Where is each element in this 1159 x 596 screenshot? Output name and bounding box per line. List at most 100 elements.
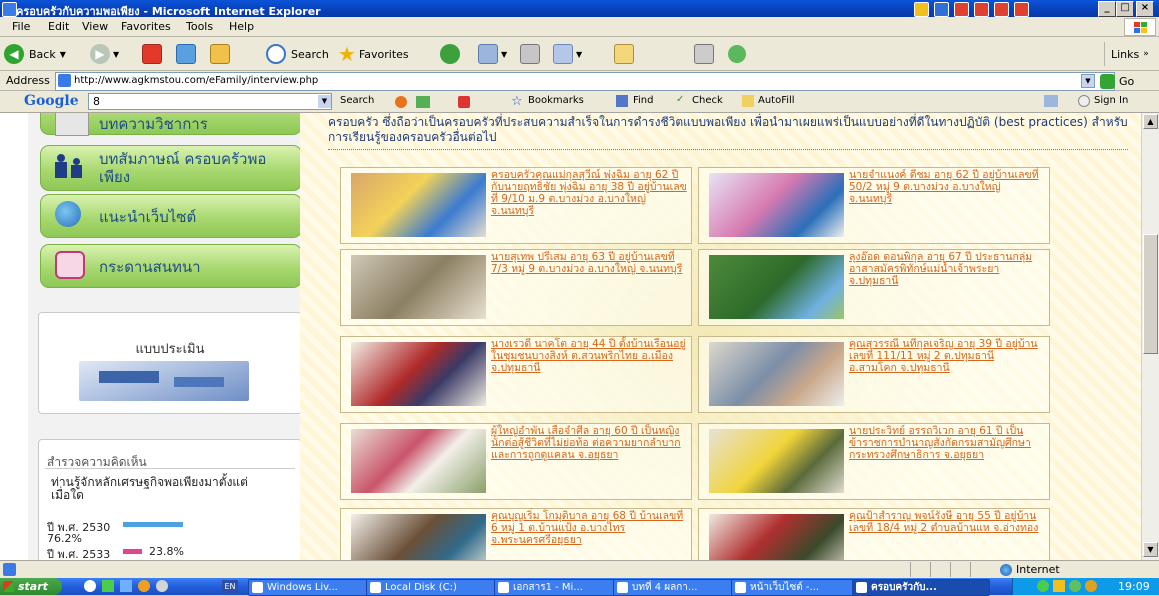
app-icon[interactable] (974, 2, 989, 17)
edit-button[interactable]: ▼ (553, 42, 582, 66)
interview-card[interactable]: นายประวิทย์ อรรถวิเวก อายุ 61 ปี เป็นข้า… (698, 423, 1050, 500)
tray-messenger-icon[interactable] (1069, 580, 1081, 592)
address-dropdown-icon[interactable]: ▼ (1081, 74, 1095, 88)
go-button[interactable]: Go (1100, 72, 1134, 90)
excel-icon[interactable] (954, 2, 969, 17)
stop-button[interactable] (142, 42, 162, 66)
interview-link[interactable]: คุณบุญเริ่ม โกมุติบาล อายุ 68 ปี บ้านเลข… (491, 510, 687, 546)
scroll-thumb[interactable] (1143, 234, 1158, 354)
language-indicator[interactable]: EN (222, 580, 238, 593)
quicklaunch-media-icon[interactable] (138, 580, 150, 592)
interview-photo[interactable] (351, 173, 486, 237)
news-icon[interactable] (416, 96, 430, 108)
tray-update-icon[interactable] (1085, 580, 1097, 592)
interview-photo[interactable] (351, 514, 486, 560)
vertical-scrollbar[interactable]: ▲ ▼ (1141, 113, 1159, 560)
interview-link[interactable]: นายจำแนงค์ ดีชม อายุ 62 ปี อยู่บ้านเลขที… (849, 169, 1045, 205)
interview-photo[interactable] (351, 429, 486, 493)
interview-photo[interactable] (709, 173, 844, 237)
menu-tools[interactable]: Tools (186, 20, 213, 33)
settings-icon[interactable] (1044, 95, 1058, 107)
menu-edit[interactable]: Edit (48, 20, 69, 33)
interview-link[interactable]: คุณป้าสำราญ พจน์รังษี อายุ 55 ปี อยู่บ้า… (849, 510, 1045, 534)
home-button[interactable] (210, 42, 230, 66)
task-windows-live[interactable]: Windows Liv... (248, 579, 383, 596)
task-local-disk[interactable]: Local Disk (C:) (366, 579, 511, 596)
maximize-button[interactable]: □ (1116, 1, 1134, 17)
scroll-down-button[interactable]: ▼ (1143, 542, 1158, 557)
minimize-button[interactable]: _ (1098, 1, 1116, 17)
scroll-up-button[interactable]: ▲ (1143, 114, 1158, 129)
print-button[interactable] (520, 42, 540, 66)
messenger-button[interactable] (728, 42, 746, 66)
quicklaunch-clock-icon[interactable] (156, 580, 168, 592)
check-button[interactable]: Check (692, 95, 723, 106)
history-button[interactable] (440, 42, 460, 66)
back-button[interactable]: ◀ Back ▼ (4, 42, 66, 66)
interview-link[interactable]: นางเรวดี นาคโต อายุ 44 ปี ตั้งบ้านเรือนอ… (491, 338, 687, 374)
links-button[interactable]: Links» (1104, 42, 1149, 66)
signin-button[interactable]: Sign In (1094, 95, 1128, 106)
chevron-down-icon[interactable]: ▼ (318, 95, 331, 108)
tray-security-icon[interactable] (1053, 580, 1065, 592)
interview-photo[interactable] (709, 255, 844, 319)
menu-favorites[interactable]: Favorites (121, 20, 171, 33)
popup-blocker-icon[interactable] (458, 96, 470, 108)
word-icon[interactable] (934, 2, 949, 17)
interview-link[interactable]: นายประวิทย์ อรรถวิเวก อายุ 61 ปี เป็นข้า… (849, 425, 1045, 461)
task-chapter4[interactable]: บทที่ 4 ผลกา... (613, 579, 748, 596)
app2-icon[interactable] (994, 2, 1009, 17)
interview-card[interactable]: นายสุเทพ ปรีเสม อายุ 63 ปี อยู่บ้านเลขที… (340, 249, 692, 326)
interview-photo[interactable] (709, 514, 844, 560)
bookmarks-button[interactable]: Bookmarks (528, 95, 584, 106)
google-search-input[interactable]: 8 ▼ (88, 93, 332, 110)
task-document1[interactable]: เอกสาร1 - Mi... (494, 579, 630, 596)
nav-forum[interactable]: กระดานสนทนา (40, 244, 302, 288)
task-active-browser[interactable]: ครอบครัวกับ... (852, 579, 990, 596)
nav-articles[interactable]: บทความวิชาการ (40, 113, 302, 136)
close-button[interactable]: × (1136, 1, 1154, 17)
nav-interviews[interactable]: บทสัมภาษณ์ ครอบครัวพอเพียง (40, 145, 302, 191)
interview-link[interactable]: ลุงอ๊อด ดอนพิกุล อายุ 67 ปี ประธานกลุ่มอ… (849, 251, 1045, 287)
interview-link[interactable]: นายสุเทพ ปรีเสม อายุ 63 ปี อยู่บ้านเลขที… (491, 251, 687, 275)
nav-websites[interactable]: แนะนำเว็บไซต์ (40, 194, 302, 238)
interview-photo[interactable] (351, 342, 486, 406)
interview-photo[interactable] (709, 342, 844, 406)
start-button[interactable]: start (0, 578, 62, 595)
interview-card[interactable]: นายจำแนงค์ ดีชม อายุ 62 ปี อยู่บ้านเลขที… (698, 167, 1050, 244)
interview-photo[interactable] (709, 429, 844, 493)
quicklaunch-messenger-icon[interactable] (120, 580, 132, 592)
pagerank-icon[interactable] (395, 96, 407, 108)
tray-app-icon[interactable] (914, 2, 929, 17)
refresh-button[interactable] (176, 42, 196, 66)
mail-button[interactable]: ▼ (478, 42, 507, 66)
quicklaunch-ie-icon[interactable] (84, 580, 96, 592)
menu-file[interactable]: File (12, 20, 30, 33)
menu-view[interactable]: View (82, 20, 108, 33)
address-input[interactable]: http://www.agkmstou.com/eFamily/intervie… (55, 72, 1115, 91)
google-search-button[interactable]: Search (340, 95, 374, 106)
menu-help[interactable]: Help (229, 20, 254, 33)
app3-icon[interactable] (1014, 2, 1029, 17)
interview-card[interactable]: ผู้ใหญ่อำพัน เสือจำศีล อายุ 60 ปี เป็นหญ… (340, 423, 692, 500)
tray-network-icon[interactable] (1037, 580, 1049, 592)
search-button[interactable]: Search (266, 42, 329, 66)
interview-link[interactable]: ครอบครัวคุณแม่กุลสุวีณ์ พุ่งฉิม อายุ 62 … (491, 169, 687, 217)
interview-card[interactable]: ลุงอ๊อด ดอนพิกุล อายุ 67 ปี ประธานกลุ่มอ… (698, 249, 1050, 326)
forward-button[interactable]: ▶ ▼ (90, 42, 119, 66)
find-button[interactable]: Find (633, 95, 654, 106)
interview-card[interactable]: ครอบครัวคุณแม่กุลสุวีณ์ พุ่งฉิม อายุ 62 … (340, 167, 692, 244)
interview-card[interactable]: คุณสุวรรณี นทีกุลเจริญ อายุ 39 ปี อยู่บ้… (698, 336, 1050, 413)
quicklaunch-desktop-icon[interactable] (102, 580, 114, 592)
interview-link[interactable]: คุณสุวรรณี นทีกุลเจริญ อายุ 39 ปี อยู่บ้… (849, 338, 1045, 374)
interview-card[interactable]: คุณบุญเริ่ม โกมุติบาล อายุ 68 ปี บ้านเลข… (340, 508, 692, 560)
interview-link[interactable]: ผู้ใหญ่อำพัน เสือจำศีล อายุ 60 ปี เป็นหญ… (491, 425, 687, 461)
task-website-page[interactable]: หน้าเว็บไซต์ -... (731, 579, 869, 596)
interview-card[interactable]: นางเรวดี นาคโต อายุ 44 ปี ตั้งบ้านเรือนอ… (340, 336, 692, 413)
research-button[interactable] (694, 42, 714, 66)
interview-card[interactable]: คุณป้าสำราญ พจน์รังษี อายุ 55 ปี อยู่บ้า… (698, 508, 1050, 560)
favorites-button[interactable]: ★ Favorites (338, 42, 409, 66)
interview-photo[interactable] (351, 255, 486, 319)
autofill-button[interactable]: AutoFill (758, 95, 795, 106)
discuss-button[interactable] (614, 42, 634, 66)
